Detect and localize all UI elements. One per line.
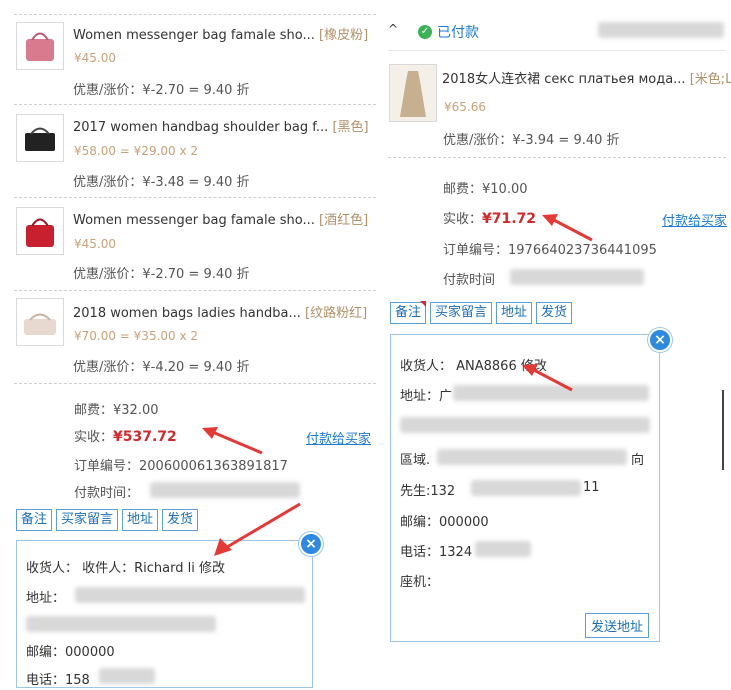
close-icon[interactable]: × [648, 328, 672, 352]
divider [14, 290, 376, 291]
redacted-blur [400, 417, 650, 433]
phone-line: 电话：158 [26, 673, 90, 688]
product-title[interactable]: 2018 women bags ladies handba... [纹路粉红] [73, 302, 367, 321]
discount-line: 优惠/涨价：¥-4.20 = 9.40 折 [73, 360, 250, 375]
check-icon: ✓ [418, 25, 432, 39]
address-line: 地址： [26, 591, 66, 606]
redacted-blur [471, 480, 581, 496]
product-thumbnail[interactable] [389, 64, 437, 122]
order-action-buttons: 备注 买家留言 地址 发货 [16, 509, 199, 531]
product-price: ¥65.66 [444, 100, 486, 114]
divider [14, 197, 376, 198]
bag-beige-icon [24, 313, 56, 335]
bag-black-icon [25, 127, 55, 151]
receiver-line: 收货人： 收件人：Richard li 修改 [26, 561, 225, 576]
product-title[interactable]: 2017 women handbag shoulder bag f... [黑色… [73, 116, 369, 135]
product-price: ¥58.00 = ¥29.00 x 2 [74, 144, 199, 158]
ship-button[interactable]: 发货 [536, 302, 573, 324]
scrollbar[interactable] [722, 390, 724, 470]
redacted-blur [437, 449, 627, 465]
discount-line: 优惠/涨价：¥-2.70 = 9.40 折 [73, 267, 250, 282]
discount-line: 优惠/涨价：¥-3.48 = 9.40 折 [73, 175, 250, 190]
discount-line: 优惠/涨价：¥-2.70 = 9.40 折 [73, 83, 250, 98]
ship-button[interactable]: 发货 [162, 509, 199, 531]
annotation-arrow-icon [214, 502, 301, 556]
divider [388, 157, 726, 158]
pay-buyer-link[interactable]: 付款给买家 [306, 428, 371, 447]
received-amount: 实收：¥71.72 [443, 211, 537, 227]
paid-status: ✓ 已付款 [418, 22, 479, 42]
send-address-button[interactable]: 发送地址 [585, 613, 650, 638]
redacted-blur [26, 616, 216, 632]
dress-icon [390, 65, 436, 121]
contact-line: 先生:132 [400, 484, 456, 499]
product-price: ¥70.00 = ¥35.00 x 2 [74, 329, 199, 343]
pay-time: 付款时间： [74, 486, 140, 501]
divider [388, 50, 726, 51]
product-price: ¥45.00 [74, 51, 116, 65]
bag-red-icon [26, 218, 54, 247]
product-thumbnail[interactable] [16, 298, 64, 346]
product-title[interactable]: 2018女人连衣裙 секс платьея мода... [米色;L] [442, 68, 731, 87]
divider [14, 104, 376, 105]
bag-pink-icon [26, 32, 54, 61]
collapse-caret-icon[interactable]: ^ [388, 22, 398, 36]
redacted-blur [598, 22, 724, 38]
annotation-arrow-icon [542, 214, 593, 242]
address-popup: 收货人： 收件人：Richard li 修改 地址： 邮编：000000 电话：… [16, 540, 313, 688]
address-line-3b: 向 [631, 453, 645, 468]
product-thumbnail[interactable] [16, 207, 64, 255]
divider [14, 383, 376, 384]
product-thumbnail[interactable] [16, 114, 64, 162]
buyer-message-button[interactable]: 买家留言 [430, 302, 493, 324]
postcode-line: 邮编：000000 [26, 645, 115, 660]
pay-buyer-link[interactable]: 付款给买家 [662, 210, 727, 229]
pay-time: 付款时间 [443, 273, 496, 288]
received-amount: 实收：¥537.72 [74, 429, 177, 445]
corner-flag-icon [420, 301, 426, 307]
remark-button[interactable]: 备注 [16, 509, 53, 531]
redacted-blur [75, 587, 305, 603]
redacted-blur [99, 668, 155, 684]
redacted-blur [150, 482, 300, 498]
landline-line: 座机： [400, 575, 440, 590]
postcode-line: 邮编：000000 [400, 515, 489, 530]
shipping-fee: 邮费：¥10.00 [443, 182, 528, 197]
phone-line: 电话：1324 [400, 545, 473, 560]
discount-line: 优惠/涨价：¥-3.94 = 9.40 折 [443, 133, 620, 148]
redacted-blur [510, 269, 644, 285]
product-thumbnail[interactable] [16, 22, 64, 70]
contact-line-tail: 11 [583, 480, 600, 495]
shipping-fee: 邮费：¥32.00 [74, 403, 159, 418]
address-button[interactable]: 地址 [496, 302, 533, 324]
product-title[interactable]: Women messenger bag famale sho... [橡皮粉] [73, 24, 368, 43]
redacted-blur [475, 541, 531, 557]
annotation-arrow-icon [202, 427, 263, 455]
buyer-message-button[interactable]: 买家留言 [56, 509, 119, 531]
address-line-3a: 區域. [400, 453, 431, 468]
divider [14, 14, 376, 15]
annotation-arrow-icon [522, 364, 573, 392]
address-button[interactable]: 地址 [122, 509, 159, 531]
product-title[interactable]: Women messenger bag famale sho... [酒红色] [73, 209, 368, 228]
product-price: ¥45.00 [74, 237, 116, 251]
order-action-buttons: 备注 买家留言 地址 发货 [390, 302, 573, 324]
address-line: 地址：广 [400, 389, 453, 404]
